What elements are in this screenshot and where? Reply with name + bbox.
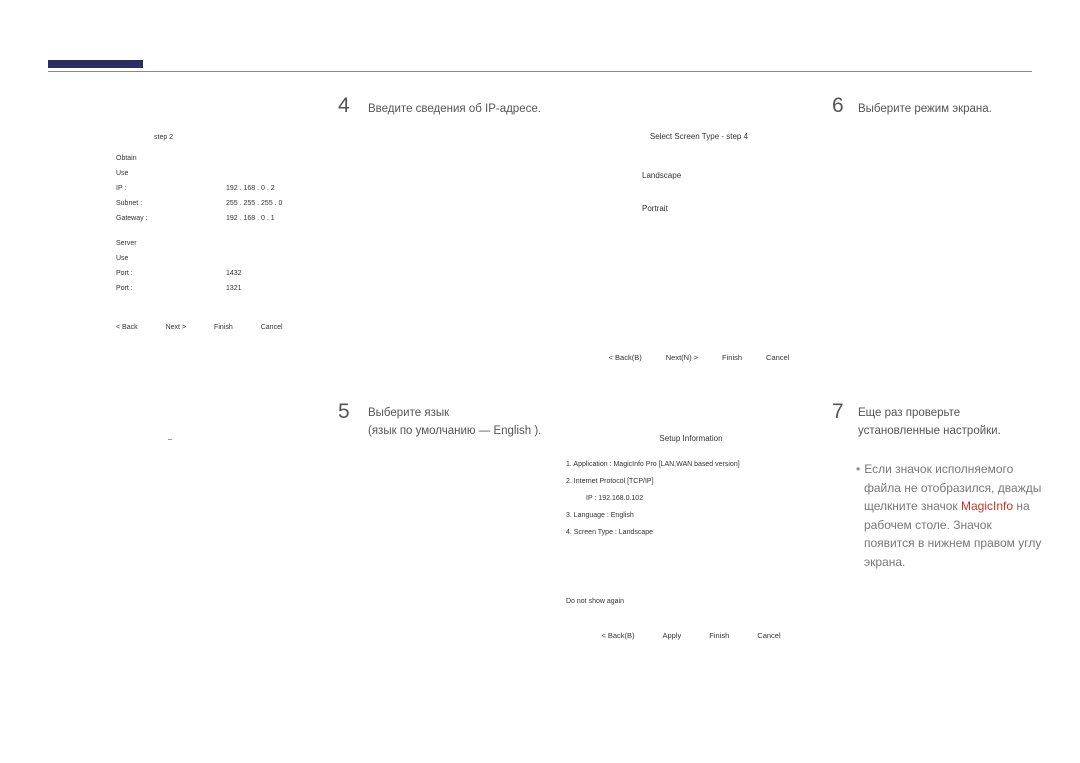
bullet-icon: • (856, 462, 860, 476)
language-marker: – (168, 436, 172, 443)
step5-number: 5 (338, 400, 350, 424)
server-section-header: Server (84, 240, 304, 247)
step4-title: Введите сведения об IP-адресе. (368, 100, 541, 118)
page: 4 Введите сведения об IP-адресе. step 2 … (0, 0, 1080, 763)
ip-row-ip: IP :192 . 168 . 0 . 2 (84, 185, 304, 192)
screen-type-option-landscape[interactable]: Landscape (642, 171, 814, 180)
back-button[interactable]: < Back(B) (609, 353, 642, 362)
setup-information-dialog: Setup Information 1. Application : Magic… (566, 434, 816, 640)
setup-info-line-ip: IP : 192.168.0.102 (586, 495, 816, 502)
step4-number: 4 (338, 94, 350, 118)
step6-number: 6 (832, 94, 844, 118)
server-row-port2: Port :1321 (84, 285, 304, 292)
next-button[interactable]: Next > (166, 324, 186, 331)
content-area: 4 Введите сведения об IP-адресе. step 2 … (52, 94, 1032, 723)
cancel-button[interactable]: Cancel (757, 631, 780, 640)
finish-button[interactable]: Finish (722, 353, 742, 362)
ip-row-label: IP : (116, 185, 226, 192)
ip-row-gateway: Gateway :192 . 168 . 0 . 1 (84, 215, 304, 222)
server-row-label: Use (116, 255, 226, 262)
step5-title-line2: (язык по умолчанию — English ). (368, 425, 541, 437)
step5-title: Выберите язык (язык по умолчанию — Engli… (368, 404, 541, 441)
setup-info-line-language: 3. Language : English (566, 512, 816, 519)
setup-info-line-app: 1. Application : MagicInfo Pro [LAN,WAN … (566, 461, 816, 468)
server-section-label: Server (116, 240, 226, 247)
do-not-show-again-checkbox[interactable]: Do not show again (566, 598, 816, 605)
server-row-label: Port : (116, 285, 226, 292)
finish-button[interactable]: Finish (214, 324, 233, 331)
apply-button[interactable]: Apply (663, 631, 682, 640)
server-row-label: Port : (116, 270, 226, 277)
server-row-use: Use (84, 255, 304, 262)
screen-type-option-portrait[interactable]: Portrait (642, 204, 814, 213)
language-dialog: – (140, 436, 200, 443)
finish-button[interactable]: Finish (709, 631, 729, 640)
back-button[interactable]: < Back(B) (601, 631, 634, 640)
ip-setup-dialog: step 2 Obtain Use IP :192 . 168 . 0 . 2 … (84, 134, 304, 331)
server-row-value: 1321 (226, 285, 242, 292)
step5-title-line1: Выберите язык (368, 407, 449, 419)
step7-title-line1: Еще раз проверьте (858, 407, 960, 419)
header-rule (48, 71, 1032, 72)
step7-number: 7 (832, 400, 844, 424)
back-button[interactable]: < Back (116, 324, 138, 331)
header-accent-bar (48, 60, 143, 68)
screen-type-header: Select Screen Type - step 4 (584, 132, 814, 141)
screen-type-dialog: Select Screen Type - step 4 Landscape Po… (584, 132, 814, 362)
step6-title: Выберите режим экрана. (858, 100, 992, 118)
ip-row-label: Gateway : (116, 215, 226, 222)
ip-row-label: Subnet : (116, 200, 226, 207)
ip-row-label: Use (116, 170, 226, 177)
ip-row-label: Obtain (116, 155, 226, 162)
setup-info-header: Setup Information (566, 434, 816, 443)
setup-info-button-row: < Back(B) Apply Finish Cancel (566, 631, 816, 640)
step7-title-line2: установленные настройки. (858, 425, 1001, 437)
setup-info-line-protocol: 2. Internet Protocol [TCP/IP] (566, 478, 816, 485)
ip-dialog-button-row: < Back Next > Finish Cancel (116, 324, 304, 331)
ip-dialog-header: step 2 (154, 134, 304, 141)
step7-title: Еще раз проверьте установленные настройк… (858, 404, 1001, 441)
note-block: •Если значок исполняемого файла не отобр… (842, 460, 1042, 572)
ip-row-value: 192 . 168 . 0 . 2 (226, 185, 275, 192)
server-row-port1: Port :1432 (84, 270, 304, 277)
setup-info-line-screentype: 4. Screen Type : Landscape (566, 529, 816, 536)
next-button[interactable]: Next(N) > (666, 353, 698, 362)
ip-row-value: 192 . 168 . 0 . 1 (226, 215, 275, 222)
cancel-button[interactable]: Cancel (261, 324, 283, 331)
cancel-button[interactable]: Cancel (766, 353, 789, 362)
note-brand-name: MagicInfo (961, 499, 1013, 513)
server-row-value: 1432 (226, 270, 242, 277)
ip-row-value: 255 . 255 . 255 . 0 (226, 200, 282, 207)
screen-type-button-row: < Back(B) Next(N) > Finish Cancel (584, 353, 814, 362)
ip-row-use: Use (84, 170, 304, 177)
ip-row-subnet: Subnet :255 . 255 . 255 . 0 (84, 200, 304, 207)
ip-row-obtain: Obtain (84, 155, 304, 162)
